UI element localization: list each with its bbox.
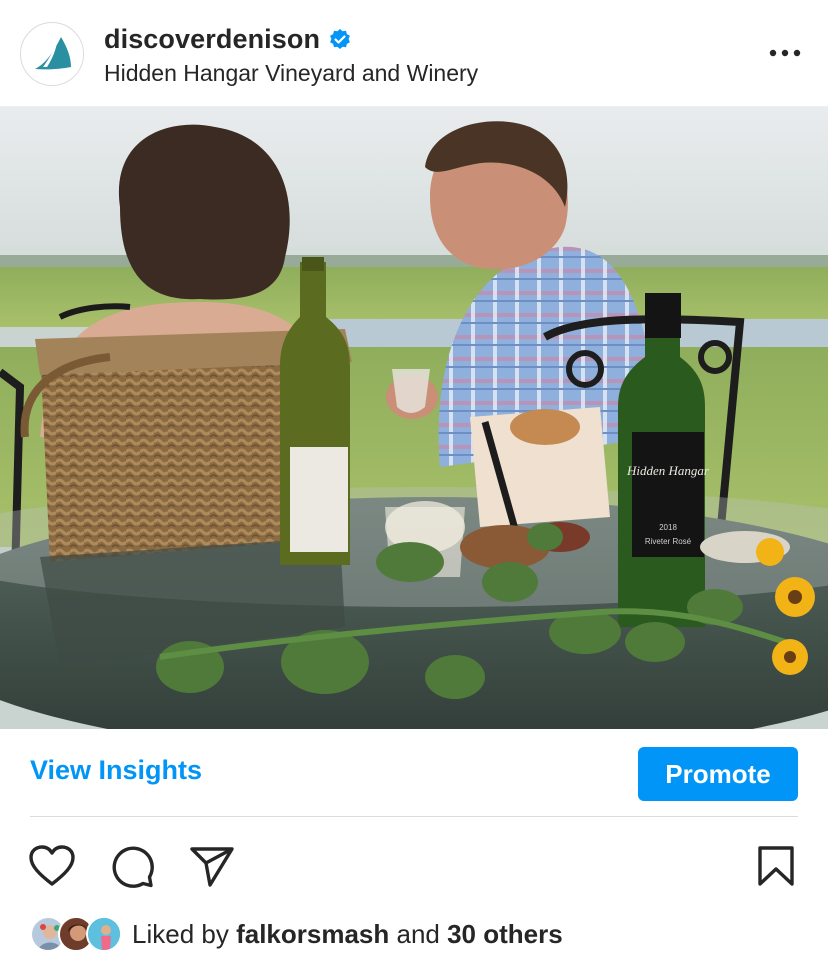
promote-button[interactable]: Promote bbox=[638, 747, 798, 801]
likes-row: Liked by falkorsmash and 30 others bbox=[30, 912, 563, 956]
bottle-label-wine: Riveter Rosé bbox=[645, 537, 692, 546]
post-actions bbox=[0, 838, 828, 894]
username-row: discoverdenison bbox=[104, 24, 352, 55]
verified-badge-icon bbox=[328, 28, 352, 52]
discover-denison-logo bbox=[22, 24, 83, 85]
divider bbox=[30, 816, 798, 817]
profile-avatar[interactable] bbox=[20, 22, 84, 86]
username[interactable]: discoverdenison bbox=[104, 24, 320, 55]
send-icon[interactable] bbox=[188, 842, 236, 890]
view-insights-link[interactable]: View Insights bbox=[30, 755, 202, 786]
likes-conjunction: and bbox=[389, 918, 448, 949]
post-location[interactable]: Hidden Hangar Vineyard and Winery bbox=[104, 60, 478, 87]
likes-others-count[interactable]: 30 others bbox=[447, 919, 563, 949]
liker-avatars[interactable] bbox=[30, 914, 122, 954]
likes-summary[interactable]: Liked by falkorsmash and 30 others bbox=[132, 919, 563, 950]
liker-username[interactable]: falkorsmash bbox=[236, 919, 389, 949]
post-photo[interactable]: Hidden Hangar 2018 Riveter Rosé bbox=[0, 107, 828, 729]
likes-prefix: Liked by bbox=[132, 918, 237, 949]
bookmark-icon[interactable] bbox=[752, 842, 800, 890]
heart-icon[interactable] bbox=[28, 842, 76, 890]
more-options-icon[interactable] bbox=[768, 36, 802, 70]
bottle-label-brand: Hidden Hangar bbox=[626, 463, 710, 478]
bottle-label-year: 2018 bbox=[659, 523, 677, 532]
comment-icon[interactable] bbox=[108, 842, 156, 890]
liker-avatar bbox=[86, 916, 122, 952]
post-header: discoverdenison Hidden Hangar Vineyard a… bbox=[0, 0, 828, 107]
insights-bar: View Insights Promote bbox=[0, 729, 828, 817]
